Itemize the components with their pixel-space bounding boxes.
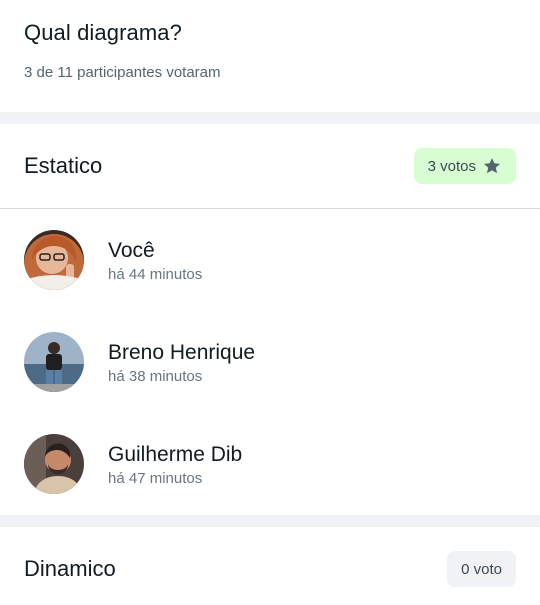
voter-name: Você [108, 238, 155, 262]
vote-time: há 47 minutos [108, 469, 203, 487]
avatar [24, 230, 84, 290]
section-gap [0, 112, 540, 124]
vote-count-label: 3 votos [427, 157, 476, 175]
voter-item[interactable]: Guilherme Dib há 47 minutos [0, 413, 540, 515]
voter-info: Breno Henrique há 38 minutos [108, 340, 255, 385]
voter-info: Você há 44 minutos [108, 238, 202, 283]
avatar-photo [24, 230, 84, 290]
avatar-photo [24, 434, 84, 494]
star-icon [483, 158, 501, 174]
vote-count-label: 0 voto [461, 560, 502, 578]
avatar [24, 332, 84, 392]
option-title: Estatico [24, 153, 103, 178]
avatar-photo [24, 332, 84, 392]
poll-participation-summary: 3 de 11 participantes votaram [24, 64, 221, 81]
vote-count-badge: 0 voto [447, 551, 516, 587]
section-gap [0, 515, 540, 527]
voter-list: Você há 44 minutos Breno Henrique há 38 … [0, 209, 540, 515]
poll-title: Qual diagrama? [24, 20, 182, 45]
poll-results-screen: Qual diagrama? 3 de 11 participantes vot… [0, 0, 540, 605]
poll-option-dinamico: Dinamico 0 voto [0, 527, 540, 605]
voter-info: Guilherme Dib há 47 minutos [108, 442, 242, 487]
voter-name: Breno Henrique [108, 340, 256, 364]
vote-count-badge: 3 votos [413, 148, 516, 184]
avatar [24, 434, 84, 494]
voter-item[interactable]: Breno Henrique há 38 minutos [0, 311, 540, 413]
vote-time: há 44 minutos [108, 265, 203, 283]
poll-header: Qual diagrama? 3 de 11 participantes vot… [0, 0, 540, 112]
voter-item[interactable]: Você há 44 minutos [0, 209, 540, 311]
voter-name: Guilherme Dib [108, 442, 243, 466]
vote-time: há 38 minutos [108, 367, 203, 385]
option-title: Dinamico [24, 556, 116, 581]
poll-option-estatico: Estatico 3 votos [0, 124, 540, 208]
